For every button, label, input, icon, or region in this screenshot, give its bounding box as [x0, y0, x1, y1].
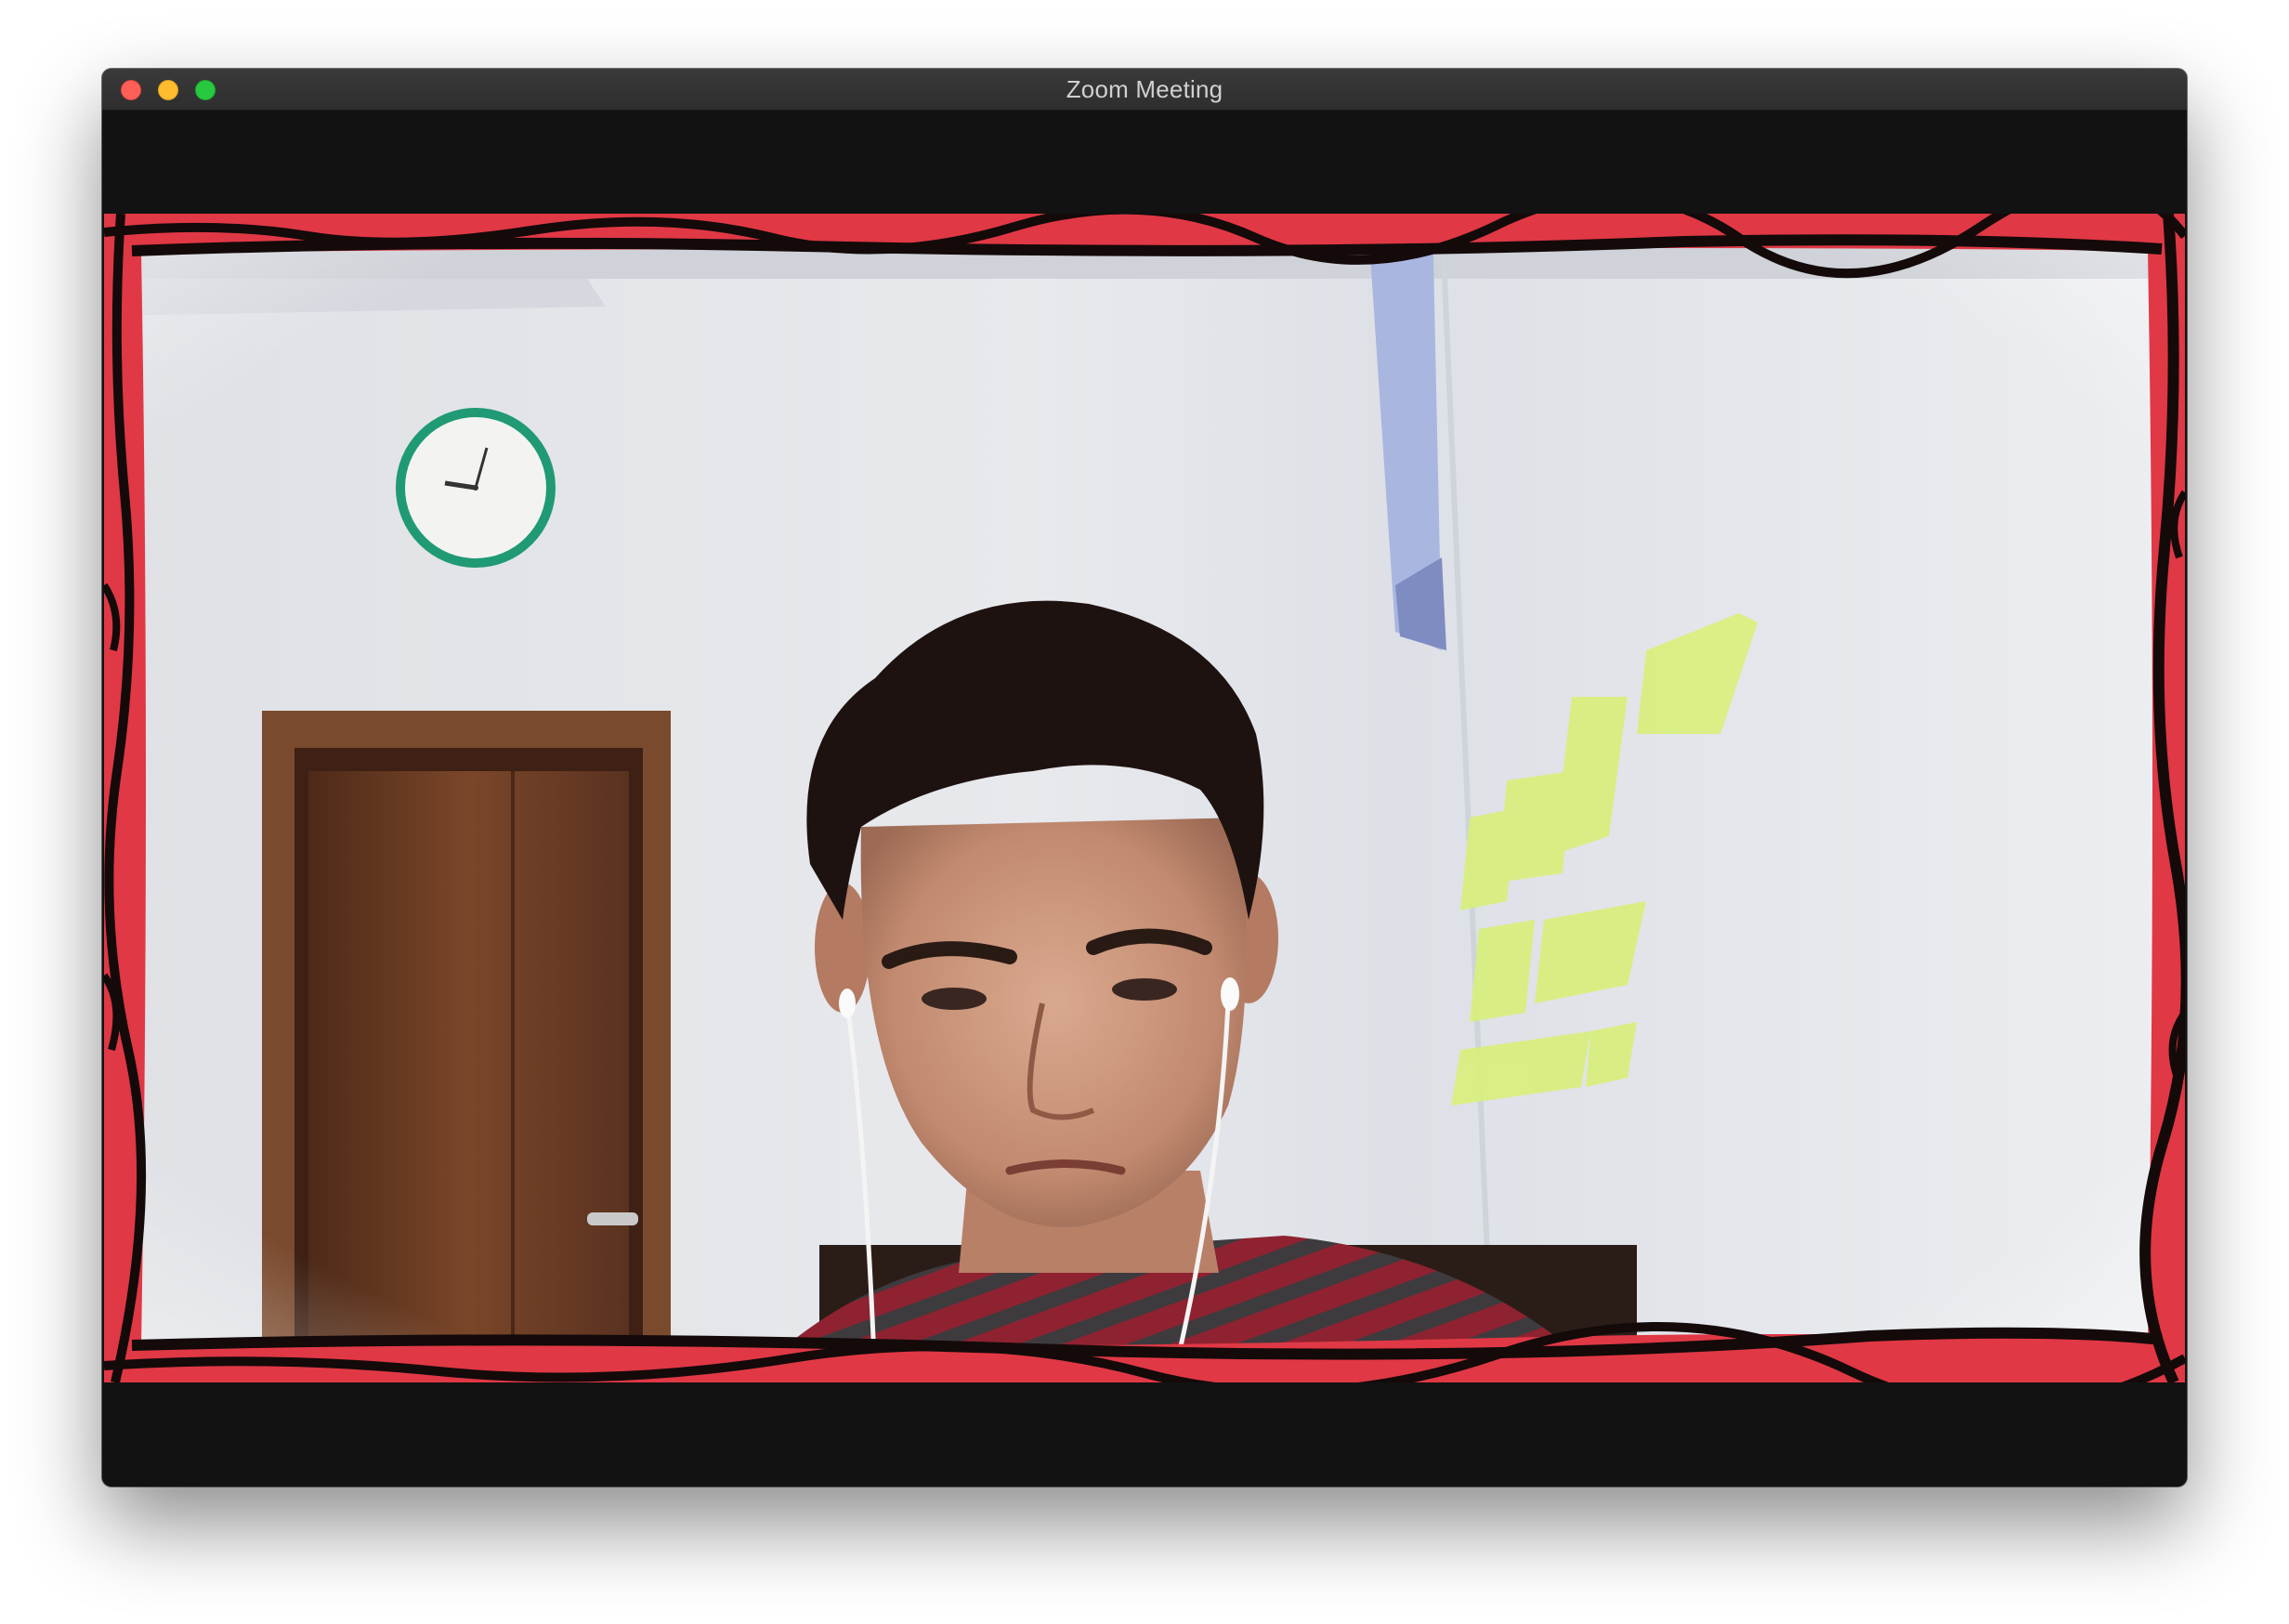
title-bar[interactable]: Zoom Meeting [102, 69, 2187, 111]
zoom-meeting-window: Zoom Meeting [102, 69, 2187, 1486]
participant-video[interactable] [104, 214, 2185, 1382]
window-title: Zoom Meeting [1066, 75, 1223, 103]
